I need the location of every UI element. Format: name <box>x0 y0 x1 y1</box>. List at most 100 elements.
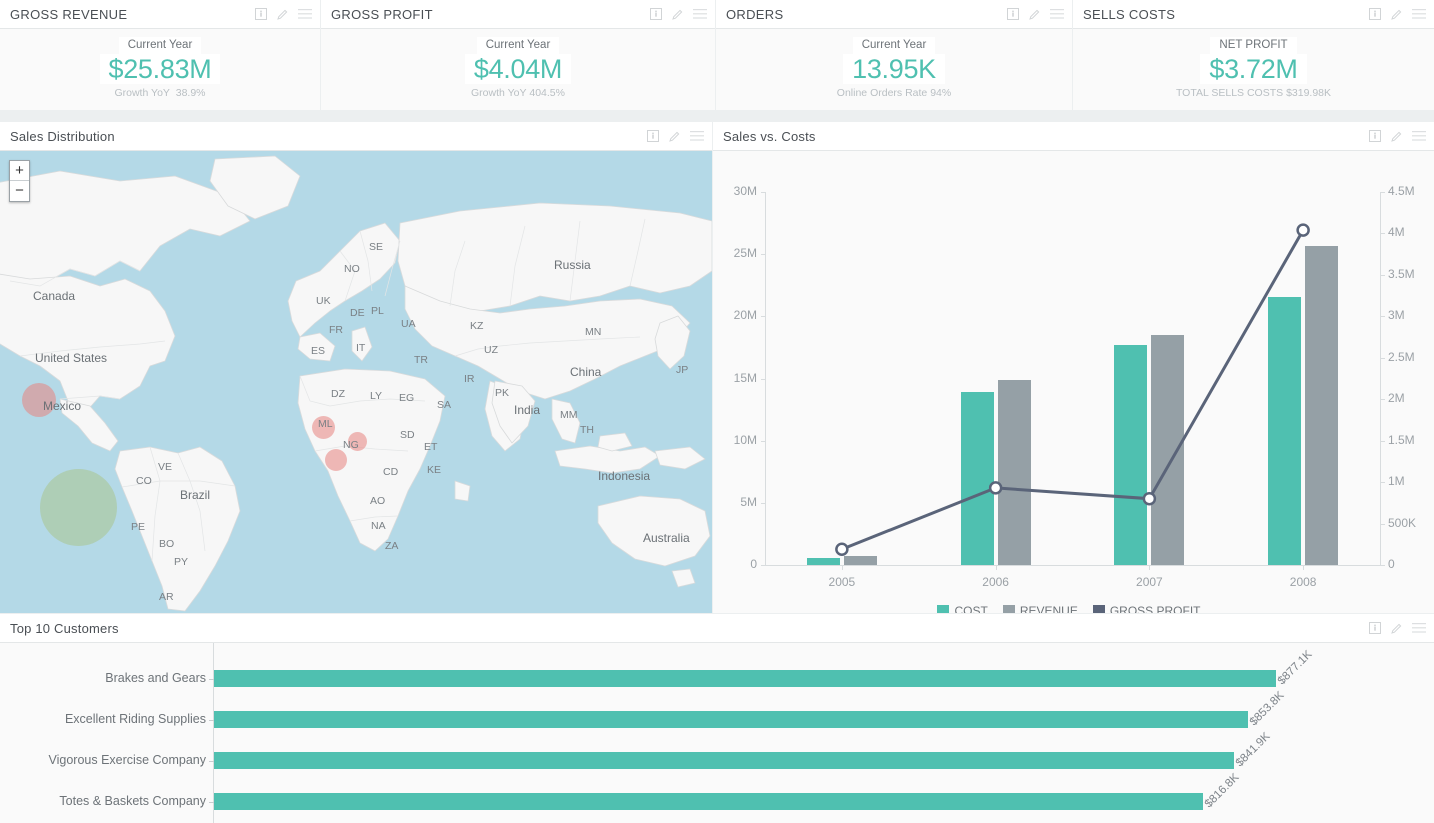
gross-profit-point[interactable] <box>988 481 1003 495</box>
map-label: China <box>570 365 602 379</box>
pencil-icon[interactable] <box>1028 8 1041 21</box>
map-label: SE <box>369 241 384 253</box>
kpi-panel-gross-revenue: GROSS REVENUE Current Year $25.83M Growt… <box>0 0 320 110</box>
kpi-label: NET PROFIT <box>1210 37 1297 54</box>
panel-title: Sales vs. Costs <box>723 128 816 144</box>
customer-bar[interactable] <box>214 670 1277 687</box>
info-icon[interactable] <box>650 8 662 20</box>
dashboard: GROSS REVENUE Current Year $25.83M Growt… <box>0 0 1434 823</box>
chart-legend: COST REVENUE GROSS PROFIT <box>713 604 1434 613</box>
hamburger-icon[interactable] <box>298 9 312 19</box>
map-label: KZ <box>470 320 484 332</box>
kpi-sub-value: $319.98K <box>1286 87 1332 99</box>
united-states-bubble[interactable] <box>40 469 117 546</box>
legend-swatch <box>937 605 950 613</box>
customer-bar[interactable] <box>214 793 1204 810</box>
kpi-block: Current Year $25.83M Growth YoY 38.9% <box>45 35 275 100</box>
panel-title: GROSS PROFIT <box>331 6 433 22</box>
info-icon[interactable] <box>647 130 659 142</box>
map-label: UK <box>316 295 331 307</box>
map-zoom-in-button[interactable]: + <box>10 161 29 181</box>
map-label: PE <box>131 521 146 533</box>
info-icon[interactable] <box>1007 8 1019 20</box>
kpi-label: Current Year <box>852 37 936 54</box>
customer-bar[interactable] <box>214 752 1234 769</box>
pencil-icon[interactable] <box>671 8 684 21</box>
legend-swatch <box>1002 605 1015 613</box>
map-canvas[interactable]: + − Canada United States Mexico Brazil Russi… <box>0 151 712 613</box>
pencil-icon[interactable] <box>1390 130 1403 143</box>
map-label: EG <box>399 392 415 404</box>
info-icon[interactable] <box>1369 8 1381 20</box>
kpi-block: NET PROFIT $3.72M TOTAL SELLS COSTS $319… <box>1139 35 1369 100</box>
panel-header-icons <box>255 8 312 21</box>
kpi-body: Current Year $25.83M Growth YoY 38.9% <box>0 29 320 110</box>
sales-vs-costs-chart[interactable]: 0 5M 10M 15M 20M 25M 30M 0 500K 1M 1.5M 2M 2.5M 3M 3.5… <box>713 151 1434 613</box>
gross-profit-point[interactable] <box>1142 491 1157 506</box>
map-label: ZA <box>385 540 399 552</box>
map-label: SA <box>437 399 452 411</box>
pencil-icon[interactable] <box>276 8 289 21</box>
kpi-sub-label: Growth YoY <box>471 87 527 99</box>
hamburger-icon[interactable] <box>1412 623 1426 633</box>
kpi-label: Current Year <box>476 37 560 54</box>
france-bubble[interactable] <box>325 449 347 471</box>
map-zoom-control[interactable]: + − <box>9 160 30 202</box>
customer-name: Vigorous Exercise Company <box>48 753 206 767</box>
kpi-value: $3.72M <box>1200 54 1307 84</box>
customer-name: Totes & Baskets Company <box>59 794 206 808</box>
map-label: India <box>514 403 541 417</box>
customer-value-label: $816.8K <box>1202 770 1242 810</box>
kpi-label: Current Year <box>118 37 202 54</box>
panel-header-icons <box>1007 8 1064 21</box>
map-label: KE <box>427 464 442 476</box>
panel-header: Sales Distribution <box>0 122 712 151</box>
panel-header: Top 10 Customers <box>0 614 1434 643</box>
map-label: United States <box>35 351 108 365</box>
map-label: IR <box>464 373 475 385</box>
pencil-icon[interactable] <box>668 130 681 143</box>
info-icon[interactable] <box>255 8 267 20</box>
map-label: Australia <box>643 531 690 545</box>
kpi-body: Current Year $4.04M Growth YoY 404.5% <box>321 29 715 110</box>
customer-name: Excellent Riding Supplies <box>64 712 206 726</box>
hamburger-icon[interactable] <box>1412 9 1426 19</box>
customer-value-label: $877.1K <box>1276 647 1315 687</box>
legend-item[interactable]: REVENUE <box>1002 604 1078 613</box>
top-customers-chart[interactable]: Brakes and Gears $877.1K Excellent Riding … <box>0 643 1434 823</box>
kpi-value: $4.04M <box>464 54 572 84</box>
panel-header: GROSS PROFIT <box>321 0 715 29</box>
map-label: DZ <box>331 388 345 400</box>
map-label: AR <box>159 591 174 603</box>
map-label: MM <box>560 409 578 421</box>
gross-profit-line <box>835 223 1310 557</box>
legend-label: COST <box>954 604 988 613</box>
pencil-icon[interactable] <box>1390 8 1403 21</box>
map-label: SD <box>400 429 415 441</box>
map-label: FR <box>329 324 343 336</box>
map-label: MN <box>585 326 602 338</box>
map-label: Russia <box>554 258 591 272</box>
gross-profit-point[interactable] <box>835 542 849 557</box>
map-zoom-out-button[interactable]: − <box>10 181 29 201</box>
legend-item[interactable]: COST <box>937 604 988 613</box>
panel-title: GROSS REVENUE <box>10 6 128 22</box>
pencil-icon[interactable] <box>1390 622 1403 635</box>
info-icon[interactable] <box>1369 130 1381 142</box>
customer-name: Brakes and Gears <box>105 671 206 685</box>
map-label: TH <box>580 424 594 436</box>
customer-bar[interactable] <box>214 711 1249 728</box>
legend-item[interactable]: GROSS PROFIT <box>1092 604 1201 613</box>
panel-title: SELLS COSTS <box>1083 6 1176 22</box>
info-icon[interactable] <box>1369 622 1381 634</box>
panel-title: Top 10 Customers <box>10 620 119 636</box>
map-label: ES <box>311 345 326 357</box>
hamburger-icon[interactable] <box>1412 131 1426 141</box>
hamburger-icon[interactable] <box>693 9 707 19</box>
map-label: ML <box>318 418 333 430</box>
map-label: PK <box>495 387 510 399</box>
gross-profit-point[interactable] <box>1296 223 1310 237</box>
hamburger-icon[interactable] <box>690 131 704 141</box>
kpi-subtext: Growth YoY 38.9% <box>45 86 275 100</box>
hamburger-icon[interactable] <box>1050 9 1064 19</box>
